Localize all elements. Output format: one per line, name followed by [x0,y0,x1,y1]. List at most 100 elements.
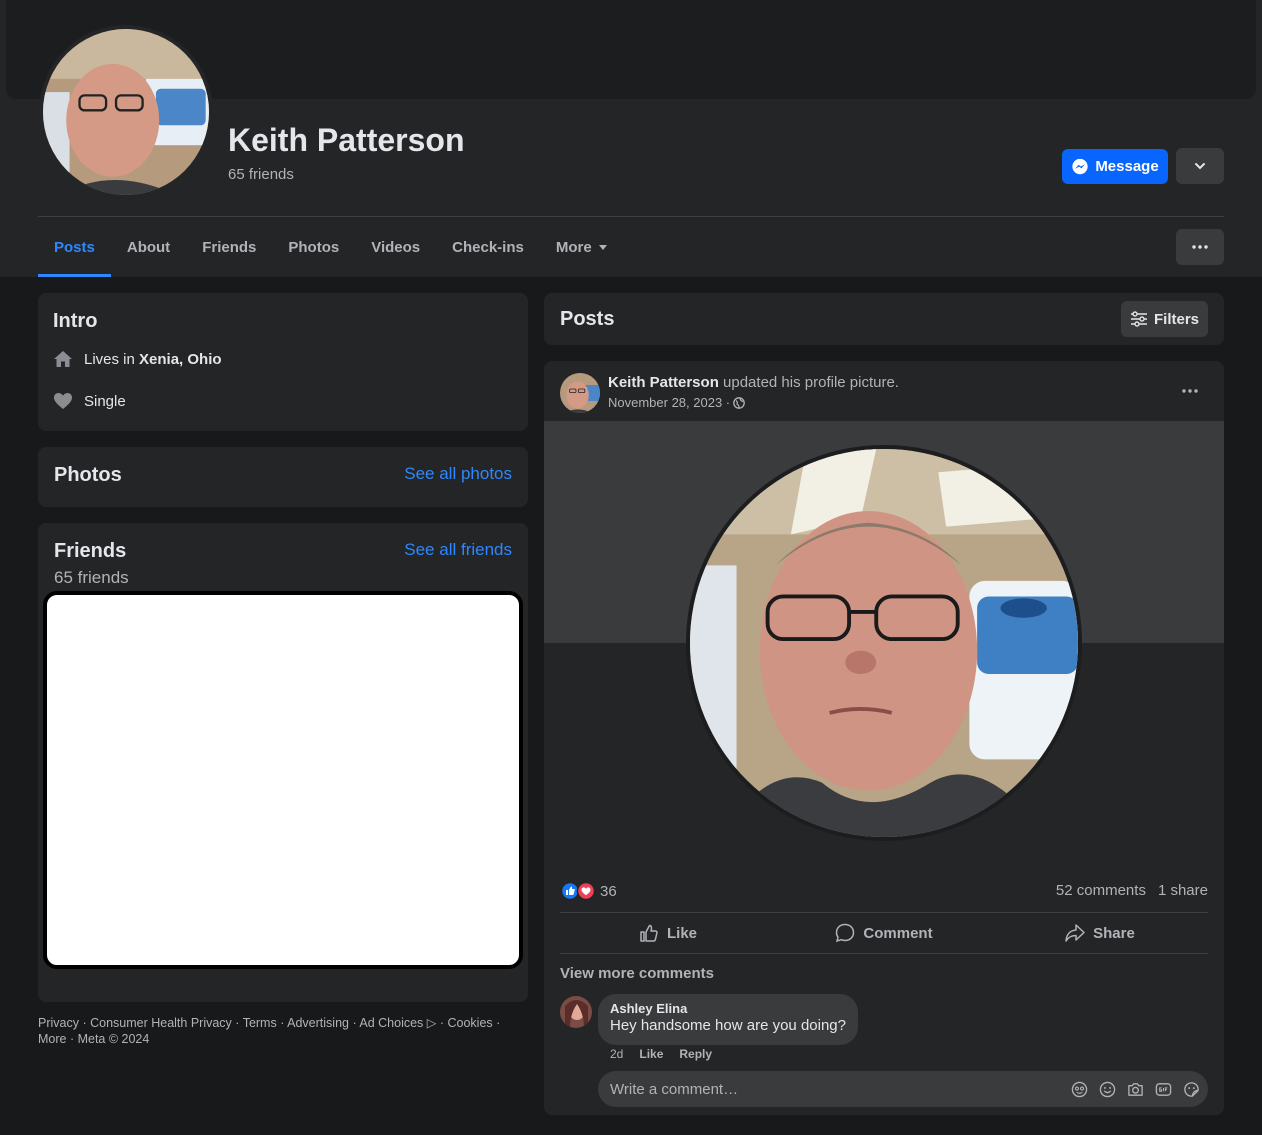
post-image[interactable] [544,421,1224,869]
post-profile-picture [686,445,1082,841]
profile-avatar[interactable] [39,25,213,199]
comment-input[interactable] [610,1071,1050,1107]
profile-name: Keith Patterson [228,122,465,158]
more-dots-icon [1182,389,1198,393]
post-action-bar: Like Comment Share [560,912,1208,954]
reaction-count: 36 [600,882,617,900]
footer-line-1[interactable]: Privacy · Consumer Health Privacy · Term… [38,1015,518,1031]
tab-label: More [555,238,592,256]
thumbs-up-icon [640,924,658,942]
share-label: Share [1093,924,1135,942]
tab-check-ins[interactable]: Check-ins [436,217,540,277]
profile-photo [43,29,209,195]
friends-card: Friends See all friends 65 friends [38,523,528,1002]
posts-title: Posts [560,308,615,330]
author-photo [560,373,600,413]
message-label: Message [1095,158,1159,175]
profile-friends-count[interactable]: 65 friends [228,166,294,183]
profile-options-button[interactable] [1176,229,1224,265]
intro-relationship: Single [53,391,126,411]
chevron-down-icon [1195,163,1205,170]
home-icon [54,351,72,367]
commenter-name[interactable]: Ashley Elina [610,1001,846,1016]
comment-bubble: Ashley Elina Hey handsome how are you do… [598,994,858,1045]
message-button[interactable]: Message [1062,149,1168,184]
post-card: Keith Patterson updated his profile pict… [544,361,1224,1115]
comment-like-button[interactable]: Like [639,1047,663,1061]
messenger-icon [1072,158,1088,174]
relationship-status: Single [84,392,126,410]
sliders-icon [1130,311,1147,327]
commenter-photo [560,996,592,1028]
post-date-text: November 28, 2023 · [608,395,731,410]
like-love-reactions-icon [560,881,596,901]
shares-count[interactable]: 1 share [1158,882,1208,899]
intro-card: Intro Lives in Xenia, Ohio Single [38,293,528,431]
comment-composer [598,1071,1208,1107]
posts-header-card: Posts Filters [544,293,1224,345]
avatar-sticker-icon[interactable] [1070,1079,1088,1099]
friends-grid [43,591,523,969]
filters-button[interactable]: Filters [1121,301,1208,337]
globe-icon [733,396,745,409]
tab-label: About [126,238,171,256]
camera-icon[interactable] [1126,1079,1144,1099]
footer-links: Privacy · Consumer Health Privacy · Term… [38,1015,518,1047]
share-button[interactable]: Share [992,913,1208,953]
profile-picture-photo [690,449,1078,837]
comment-meta: 2d Like Reply [610,1047,712,1061]
post-author-name[interactable]: Keith Patterson [608,374,719,391]
commenter-avatar[interactable] [560,996,592,1028]
friends-title[interactable]: Friends [54,540,126,563]
post-header-text: Keith Patterson updated his profile pict… [608,374,899,391]
tab-photos[interactable]: Photos [272,217,355,277]
post-timestamp[interactable]: November 28, 2023 · [608,395,745,410]
tab-label: Friends [202,238,257,256]
like-label: Like [666,924,697,942]
lives-place-link[interactable]: Xenia, Ohio [139,351,222,368]
comment-time[interactable]: 2d [610,1047,623,1061]
tab-about[interactable]: About [111,217,186,277]
post-action-text: updated his profile picture. [718,374,899,391]
more-dots-icon [1192,245,1208,249]
intro-location: Lives in Xenia, Ohio [53,349,222,369]
intro-title: Intro [53,310,98,332]
see-all-photos-link[interactable]: See all photos [404,464,512,484]
sticker-icon[interactable] [1182,1079,1200,1099]
see-all-friends-link[interactable]: See all friends [404,540,512,560]
tab-posts[interactable]: Posts [38,217,111,277]
lives-prefix: Lives in [84,350,140,368]
comment-text: Hey handsome how are you doing? [610,1017,846,1034]
post-author-avatar[interactable] [560,373,600,413]
like-button[interactable]: Like [560,913,776,953]
filters-label: Filters [1153,310,1199,328]
heart-icon [54,393,72,409]
comment-button[interactable]: Comment [776,913,992,953]
tab-label: Posts [54,238,95,256]
footer-line-2[interactable]: More · Meta © 2024 [38,1031,518,1047]
speech-bubble-icon [836,923,855,943]
comment-reply-button[interactable]: Reply [679,1047,712,1061]
tab-friends[interactable]: Friends [186,217,272,277]
photos-title[interactable]: Photos [54,464,122,487]
tab-videos[interactable]: Videos [355,217,436,277]
view-more-comments-link[interactable]: View more comments [560,965,714,982]
tab-label: Photos [288,238,340,256]
share-arrow-icon [1065,924,1085,942]
reaction-summary[interactable]: 36 [560,881,617,901]
post-options-button[interactable] [1174,379,1206,403]
tab-label: Videos [371,238,421,256]
friends-count: 65 friends [54,568,129,587]
post-stats: 52 comments 1 share [1056,882,1208,899]
profile-tabs: Posts About Friends Photos Videos Check-… [38,217,624,277]
caret-down-icon [598,245,607,250]
photos-card: Photos See all photos [38,447,528,507]
gif-icon[interactable] [1154,1079,1172,1099]
composer-icons [1070,1079,1200,1099]
tab-label: Check-ins [452,238,524,256]
comments-count[interactable]: 52 comments [1056,882,1146,899]
tab-more[interactable]: More [540,217,624,277]
profile-dropdown-button[interactable] [1176,148,1224,184]
comment-label: Comment [863,924,933,942]
emoji-icon[interactable] [1098,1079,1116,1099]
